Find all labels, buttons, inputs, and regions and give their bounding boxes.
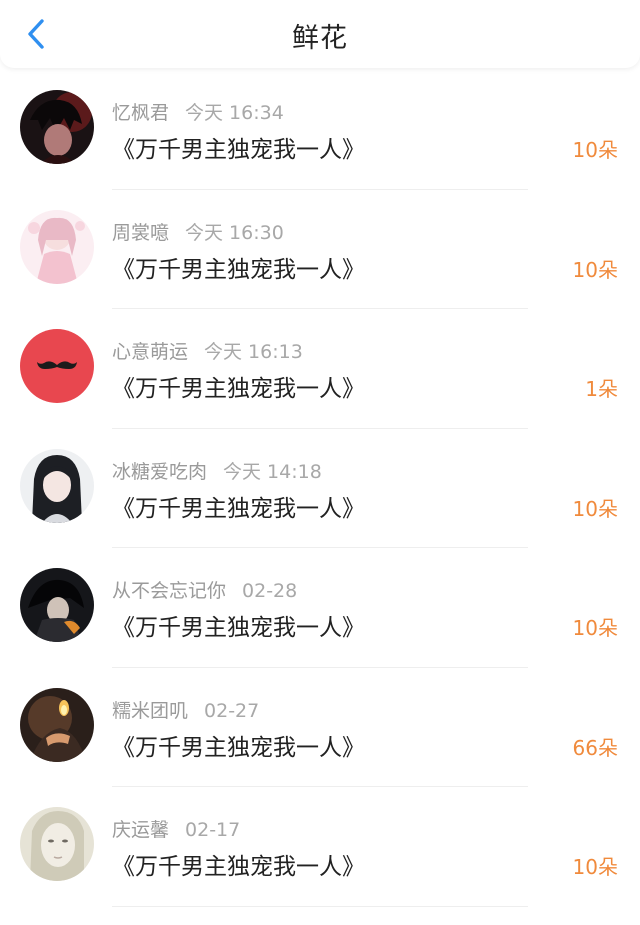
gift-meta: 心意萌运 今天 16:13 — [112, 337, 303, 364]
avatar[interactable] — [20, 90, 94, 164]
username[interactable]: 周裳噫 — [112, 222, 169, 244]
timestamp: 02-27 — [204, 699, 260, 722]
timestamp: 今天 14:18 — [223, 460, 322, 483]
gift-meta: 周裳噫 今天 16:30 — [112, 218, 284, 245]
page-title: 鲜花 — [292, 23, 348, 54]
username[interactable]: 冰糖爱吃肉 — [112, 461, 207, 483]
flower-count: 1朵 — [585, 377, 618, 401]
list-item[interactable]: 糯米团叽 02-27 《万千男主独宠我一人》 66朵 — [0, 668, 640, 788]
book-title[interactable]: 《万千男主独宠我一人》 — [112, 250, 365, 284]
list-item[interactable]: 忆枫君 今天 16:34 《万千男主独宠我一人》 10朵 — [0, 70, 640, 190]
list-item[interactable]: 心意萌运 今天 16:13 《万千男主独宠我一人》 1朵 — [0, 309, 640, 429]
book-title[interactable]: 《万千男主独宠我一人》 — [112, 608, 365, 642]
username[interactable]: 庆运馨 — [112, 819, 169, 841]
timestamp: 今天 16:13 — [204, 341, 303, 363]
avatar[interactable] — [20, 568, 94, 642]
list-item[interactable]: 从不会忘记你 02-28 《万千男主独宠我一人》 10朵 — [0, 548, 640, 668]
timestamp: 02-17 — [185, 819, 241, 841]
flower-count: 10朵 — [572, 496, 618, 521]
gift-meta: 从不会忘记你 02-28 — [112, 576, 297, 603]
username[interactable]: 糯米团叽 — [112, 700, 188, 722]
flower-count: 10朵 — [572, 855, 618, 879]
username[interactable]: 忆枫君 — [112, 102, 169, 124]
flower-count: 10朵 — [572, 257, 618, 282]
avatar[interactable] — [20, 448, 94, 523]
book-title[interactable]: 《万千男主独宠我一人》 — [112, 728, 365, 762]
book-title[interactable]: 《万千男主独宠我一人》 — [112, 369, 365, 403]
gift-meta: 冰糖爱吃肉 今天 14:18 — [112, 457, 322, 484]
list-item[interactable]: 周裳噫 今天 16:30 《万千男主独宠我一人》 10朵 — [0, 190, 640, 310]
avatar[interactable] — [20, 209, 94, 284]
avatar[interactable] — [20, 687, 94, 762]
top-nav-bar: 鲜花 — [0, 0, 640, 68]
timestamp: 今天 16:30 — [185, 221, 284, 244]
username[interactable]: 从不会忘记你 — [112, 580, 226, 602]
gift-meta: 庆运馨 02-17 — [112, 815, 240, 842]
gift-meta: 忆枫君 今天 16:34 — [112, 98, 284, 125]
flower-count: 66朵 — [572, 735, 618, 760]
flower-count: 10朵 — [572, 138, 618, 162]
book-title[interactable]: 《万千男主独宠我一人》 — [112, 847, 365, 881]
gift-meta: 糯米团叽 02-27 — [112, 696, 259, 723]
list-item[interactable]: 冰糖爱吃肉 今天 14:18 《万千男主独宠我一人》 10朵 — [0, 429, 640, 549]
avatar[interactable] — [20, 329, 94, 403]
book-title[interactable]: 《万千男主独宠我一人》 — [112, 130, 365, 164]
flower-count: 10朵 — [572, 616, 618, 640]
timestamp: 今天 16:34 — [185, 102, 284, 124]
avatar[interactable] — [20, 807, 94, 881]
username[interactable]: 心意萌运 — [112, 341, 188, 363]
list-item[interactable]: 庆运馨 02-17 《万千男主独宠我一人》 10朵 — [0, 787, 640, 907]
timestamp: 02-28 — [242, 580, 298, 602]
book-title[interactable]: 《万千男主独宠我一人》 — [112, 489, 365, 523]
flower-gift-list: 忆枫君 今天 16:34 《万千男主独宠我一人》 10朵 周裳噫 今天 16:30 … — [0, 70, 640, 907]
